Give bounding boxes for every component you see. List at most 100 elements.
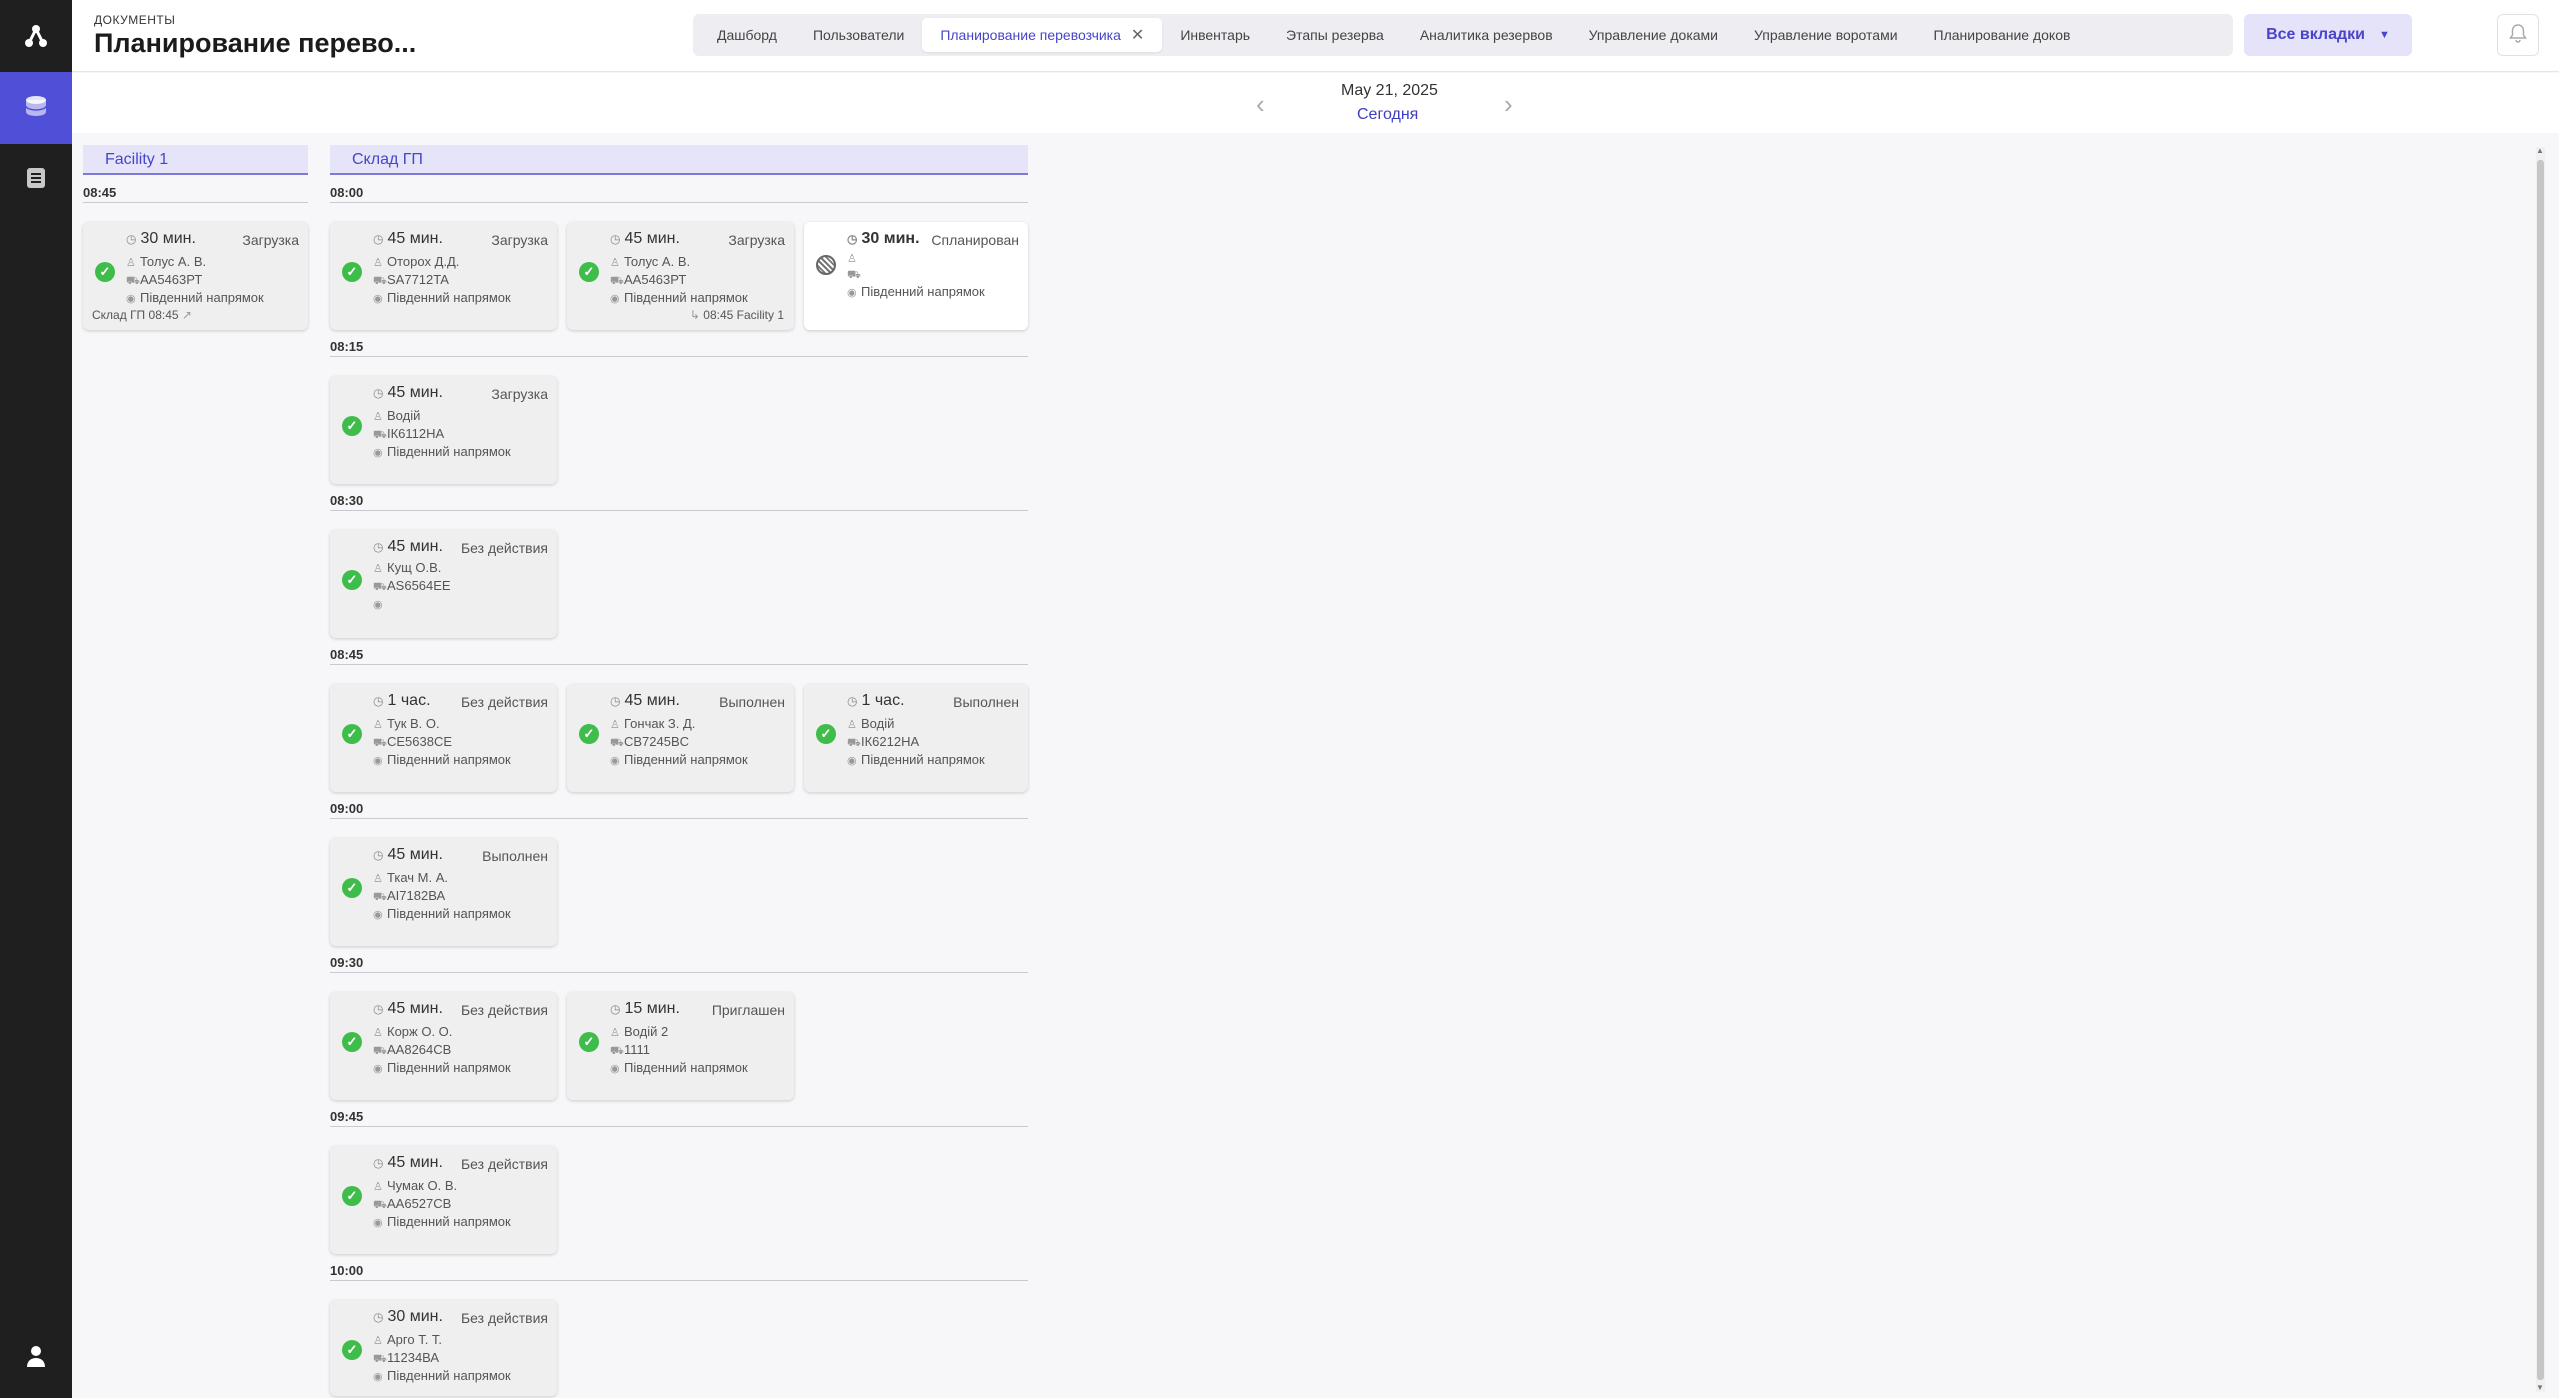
card-transfer-info: 08:45 Facility 1	[703, 308, 784, 322]
card-status: Без действия	[460, 694, 548, 710]
location-icon: ◉	[610, 293, 620, 305]
tab-users[interactable]: Пользователи	[795, 18, 922, 52]
card-plate: АА8264СВ	[387, 1042, 452, 1057]
location-icon: ◉	[610, 1063, 620, 1075]
today-link[interactable]: Сегодня	[1357, 106, 1418, 124]
card-location: Південний напрямок	[624, 1060, 748, 1075]
card-status: Загрузка	[728, 232, 785, 248]
all-tabs-button[interactable]: Все вкладки ▼	[2244, 14, 2412, 56]
truck-icon: ⛟	[373, 581, 387, 593]
person-icon: ♙	[373, 873, 383, 885]
column-header-warehouse: Склад ГП	[330, 145, 1028, 175]
truck-icon: ⛟	[847, 269, 861, 281]
tab-inventory[interactable]: Инвентарь	[1162, 18, 1268, 52]
person-icon: ♙	[373, 1335, 383, 1347]
all-tabs-label: Все вкладки	[2266, 26, 2365, 43]
carrier-card[interactable]: ✓ ◷ 45 мин. Выполнен ♙ Ткач М. А. ⛟АІ7182В…	[330, 838, 557, 946]
check-icon: ✓	[816, 724, 836, 744]
tab-reserve-analytics[interactable]: Аналитика резервов	[1402, 18, 1571, 52]
card-plate: АА5463РТ	[140, 272, 203, 287]
truck-icon: ⛟	[126, 275, 140, 287]
tab-gate-management[interactable]: Управление воротами	[1736, 18, 1916, 52]
card-plate: ІК6112НА	[387, 426, 445, 441]
person-icon: ♙	[610, 257, 620, 269]
card-location: Південний напрямок	[387, 1214, 511, 1229]
truck-icon: ⛟	[373, 737, 387, 749]
chevron-left-icon[interactable]: ‹	[1256, 89, 1265, 120]
user-profile-button[interactable]	[0, 1338, 72, 1378]
check-icon: ✓	[342, 570, 362, 590]
clock-icon: ◷	[610, 694, 621, 708]
sidebar-item-documents[interactable]	[0, 144, 72, 216]
person-icon: ♙	[126, 257, 136, 269]
card-duration: 45 мин.	[387, 1154, 443, 1171]
chevron-right-icon[interactable]: ›	[1504, 89, 1513, 120]
carrier-card[interactable]: ✓ ◷ 45 мин. Без действия ♙ Корж О. О. ⛟АА8…	[330, 992, 557, 1100]
carrier-card[interactable]: ✓ ◷ 45 мин. Загрузка ♙ Водій ⛟ІК6112НА ◉ Пі…	[330, 376, 557, 484]
close-icon[interactable]: ✕	[1131, 25, 1144, 45]
clock-icon: ◷	[373, 1156, 384, 1170]
clock-icon: ◷	[610, 232, 621, 246]
tab-dashboard[interactable]: Дашборд	[699, 18, 795, 52]
sidebar-item-storage[interactable]	[0, 72, 72, 144]
card-plate: CB7245BC	[624, 734, 690, 749]
time-label: 08:45	[83, 185, 117, 200]
card-status: Без действия	[460, 1156, 548, 1172]
card-status: Выполнен	[953, 694, 1019, 710]
truck-icon: ⛟	[373, 1199, 387, 1211]
tab-carrier-planning[interactable]: Планирование перевозчика ✕	[922, 18, 1163, 52]
card-status: Загрузка	[242, 232, 299, 248]
scroll-up-icon[interactable]: ▲	[2536, 146, 2544, 155]
carrier-card[interactable]: ✓ ◷ 45 мин. Выполнен ♙ Гончак З. Д. ⛟CB724…	[567, 684, 794, 792]
tab-reserve-stages[interactable]: Этапы резерва	[1268, 18, 1402, 52]
person-icon: ♙	[373, 563, 383, 575]
card-status: Загрузка	[491, 386, 548, 402]
person-icon: ♙	[847, 719, 857, 731]
carrier-card[interactable]: ✓ ◷ 1 час. Без действия ♙ Тук В. О. ⛟СЕ563…	[330, 684, 557, 792]
person-icon: ♙	[373, 257, 383, 269]
tab-label: Аналитика резервов	[1419, 27, 1553, 43]
truck-icon: ⛟	[847, 737, 861, 749]
card-driver: Водій 2	[624, 1024, 669, 1039]
carrier-card[interactable]: ✓ ◷ 30 мин. Без действия ♙ Арго Т. Т. ⛟112…	[330, 1300, 557, 1396]
carrier-card[interactable]: ◷ 30 мин. Спланирован ♙ ⛟ ◉ Південний напр…	[804, 222, 1028, 330]
truck-icon: ⛟	[373, 429, 387, 441]
carrier-card[interactable]: ✓ ◷ 45 мин. Загрузка ♙ Толус А. В. ⛟АА5463…	[567, 222, 794, 330]
time-label: 08:45	[330, 647, 364, 662]
card-status: Спланирован	[931, 232, 1019, 248]
card-plate: АА5463РТ	[624, 272, 687, 287]
tab-label: Планирование доков	[1933, 27, 2071, 43]
card-driver: Тук В. О.	[387, 716, 440, 731]
truck-icon: ⛟	[373, 1045, 387, 1057]
person-icon: ♙	[847, 253, 857, 265]
carrier-card[interactable]: ✓ ◷ 45 мин. Без действия ♙ Чумак О. В. ⛟АА…	[330, 1146, 557, 1254]
card-location: Південний напрямок	[140, 290, 264, 305]
breadcrumb[interactable]: ДОКУМЕНТЫ	[94, 13, 175, 27]
tab-dock-planning[interactable]: Планирование доков	[1916, 18, 2089, 52]
location-icon: ◉	[373, 909, 383, 921]
app-logo-icon[interactable]	[0, 0, 72, 72]
card-plate: ІК6212НА	[861, 734, 920, 749]
carrier-card[interactable]: ✓ ◷ 45 мин. Загрузка ♙ Оторох Д.Д. ⛟SA7712…	[330, 222, 557, 330]
card-duration: 45 мин.	[624, 230, 680, 247]
time-divider	[83, 202, 308, 203]
card-status: Выполнен	[482, 848, 548, 864]
card-duration: 15 мин.	[624, 1000, 680, 1017]
arrow-icon: ↗	[181, 308, 192, 322]
carrier-card[interactable]: ✓ ◷ 15 мин. Приглашен ♙ Водій 2 ⛟1111 ◉ Пів…	[567, 992, 794, 1100]
scroll-down-icon[interactable]: ▼	[2536, 1383, 2544, 1392]
scrollbar-thumb[interactable]	[2537, 160, 2544, 1380]
current-date: May 21, 2025	[1341, 82, 1438, 99]
database-icon	[24, 95, 48, 122]
truck-icon: ⛟	[373, 1353, 387, 1365]
carrier-card[interactable]: ✓ ◷ 45 мин. Без действия ♙ Кущ О.В. ⛟AS656…	[330, 530, 557, 638]
notifications-button[interactable]	[2497, 14, 2539, 56]
clock-icon: ◷	[373, 386, 384, 400]
check-icon: ✓	[342, 878, 362, 898]
card-location: Південний напрямок	[624, 752, 748, 767]
card-status: Загрузка	[491, 232, 548, 248]
tab-dock-management[interactable]: Управление доками	[1571, 18, 1736, 52]
carrier-card[interactable]: ✓ ◷ 1 час. Выполнен ♙ Водій ⛟ІК6212НА ◉ Пів…	[804, 684, 1028, 792]
card-plate: 11234ВА	[387, 1350, 440, 1365]
carrier-card[interactable]: ✓ ◷ 30 мин. Загрузка ♙ Толус А. В. ⛟АА5463…	[83, 222, 308, 330]
